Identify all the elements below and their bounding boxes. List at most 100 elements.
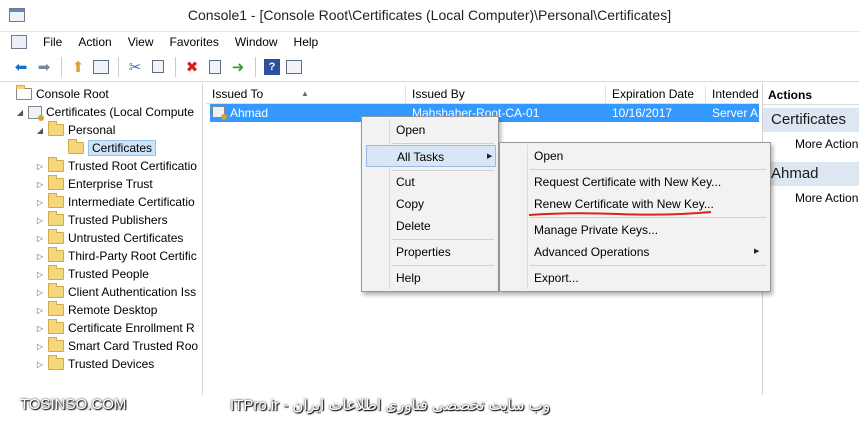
tree-item-console-root[interactable]: Console Root [14,85,109,103]
column-expiration[interactable]: Expiration Date [606,85,706,104]
certificate-icon [28,105,44,121]
expand-icon[interactable]: ▷ [34,198,46,207]
expand-icon[interactable]: ▷ [34,360,46,369]
tree-item-enterprise-trust[interactable]: ▷ Enterprise Trust [34,175,153,193]
tree-item-third-party-root[interactable]: ▷ Third-Party Root Certific [34,247,197,265]
tree-label: Remote Desktop [68,303,158,317]
tree-label: Certificate Enrollment R [68,321,195,335]
menu-item-open[interactable]: Open [366,119,494,141]
folder-icon [48,301,64,316]
expand-icon[interactable]: ▷ [34,324,46,333]
menu-separator [530,265,766,266]
menu-help[interactable]: Help [286,35,327,49]
column-intended[interactable]: Intended [706,85,759,104]
help-icon[interactable]: ? [264,58,280,75]
tree-item-trusted-people[interactable]: ▷ Trusted People [34,265,149,283]
collapse-icon[interactable]: ◢ [14,108,26,117]
expand-icon[interactable]: ▷ [34,270,46,279]
tree-label: Trusted Publishers [68,213,168,227]
watermark-tosinso: TOSINSO.COM [20,396,127,413]
actions-section-ahmad[interactable]: Ahmad [763,162,859,186]
cut-icon[interactable]: ✂ [124,56,146,78]
tree-item-smart-card[interactable]: ▷ Smart Card Trusted Roo [34,337,198,355]
more-actions-link[interactable]: More Action [795,189,858,207]
tree-label: Third-Party Root Certific [68,249,197,263]
tree-label: Certificates (Local Compute [46,105,195,119]
menu-item-help[interactable]: Help [366,267,494,289]
menu-item-properties[interactable]: Properties [366,241,494,263]
tree-label: Enterprise Trust [68,177,153,191]
tree-label: Trusted Root Certificatio [68,159,197,173]
expand-icon[interactable]: ▷ [34,216,46,225]
expand-icon[interactable]: ▷ [34,162,46,171]
actions-pane: Actions Certificates More Action Ahmad M… [762,83,859,395]
submenu-arrow-icon: ▶ [754,248,760,255]
certificate-icon [212,106,227,120]
expand-icon[interactable]: ▷ [34,288,46,297]
more-actions-link[interactable]: More Action [795,135,858,153]
column-issued-to[interactable]: Issued To ▲ [206,85,406,104]
tree-item-intermediate[interactable]: ▷ Intermediate Certificatio [34,193,195,211]
list-header: Issued To ▲ Issued By Expiration Date In… [206,85,759,104]
expand-icon[interactable]: ▷ [34,306,46,315]
submenu-item-manage-private-keys[interactable]: Manage Private Keys... [504,219,766,241]
properties-icon[interactable] [204,56,226,78]
tree-item-trusted-root[interactable]: ▷ Trusted Root Certificatio [34,157,197,175]
show-tree-icon[interactable] [90,56,112,78]
collapse-icon[interactable]: ◢ [34,126,46,135]
copy-icon[interactable] [147,56,169,78]
menu-separator [530,169,766,170]
toolbar-separator [118,56,119,77]
delete-icon[interactable]: ✖ [181,56,203,78]
menu-item-all-tasks[interactable]: All Tasks ▶ [366,145,496,167]
watermark-itpro: ITPro.ir - وب سایت تخصصی فناوری اطلاعات … [230,397,551,414]
expand-icon[interactable]: ▷ [34,234,46,243]
submenu-item-open[interactable]: Open [504,145,766,167]
folder-icon [48,319,64,334]
tree-item-cert-enrollment[interactable]: ▷ Certificate Enrollment R [34,319,195,337]
folder-icon [48,175,64,190]
forward-icon[interactable]: ➡ [33,56,55,78]
up-icon[interactable]: ⬆ [67,56,89,78]
actions-header: Actions [763,85,859,105]
console-tree: Console Root ◢ Certificates (Local Compu… [0,83,203,395]
tree-item-certificates-local[interactable]: ◢ Certificates (Local Compute [14,103,194,121]
menu-action[interactable]: Action [70,35,119,49]
expand-icon[interactable]: ▷ [34,342,46,351]
menu-item-copy[interactable]: Copy [366,193,494,215]
tree-label: Intermediate Certificatio [68,195,195,209]
show-action-pane-icon[interactable] [283,56,305,78]
tree-item-personal[interactable]: ◢ Personal [34,121,115,139]
expand-icon[interactable]: ▷ [34,252,46,261]
menu-favorites[interactable]: Favorites [162,35,227,49]
export-icon[interactable]: ➜ [227,56,249,78]
actions-section-certificates[interactable]: Certificates [763,108,859,132]
menu-window[interactable]: Window [227,35,286,49]
submenu-item-advanced-operations[interactable]: Advanced Operations ▶ [504,241,766,263]
tree-label: Untrusted Certificates [68,231,184,245]
tree-item-client-auth[interactable]: ▷ Client Authentication Iss [34,283,196,301]
tree-item-certificates[interactable]: Certificates [66,139,157,157]
menu-item-delete[interactable]: Delete [366,215,494,237]
submenu-item-export[interactable]: Export... [504,267,766,289]
menu-separator [530,217,766,218]
folder-icon [48,355,64,370]
tree-item-trusted-publishers[interactable]: ▷ Trusted Publishers [34,211,168,229]
menu-file[interactable]: File [35,35,70,49]
menu-item-label: Advanced Operations [534,245,650,259]
tree-item-trusted-devices[interactable]: ▷ Trusted Devices [34,355,154,373]
folder-icon [48,247,64,262]
menu-view[interactable]: View [120,35,162,49]
column-issued-by[interactable]: Issued By [406,85,606,104]
back-icon[interactable]: ⬅ [10,56,32,78]
tree-item-remote-desktop[interactable]: ▷ Remote Desktop [34,301,157,319]
menu-separator [392,239,494,240]
menu-item-cut[interactable]: Cut [366,171,494,193]
menu-separator [392,143,494,144]
expand-icon[interactable]: ▷ [34,180,46,189]
submenu-item-request-new-key[interactable]: Request Certificate with New Key... [504,171,766,193]
cell-intended: Server A [712,106,759,120]
menu-bar: File Action View Favorites Window Help [0,32,859,52]
mmc-document-icon[interactable] [11,35,27,49]
tree-item-untrusted[interactable]: ▷ Untrusted Certificates [34,229,183,247]
